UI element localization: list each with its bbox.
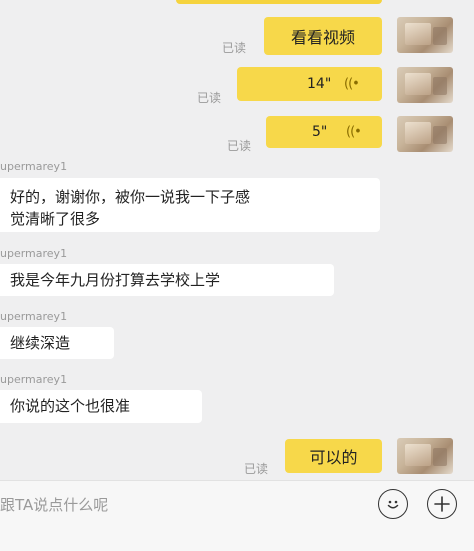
- message-bubble-sent[interactable]: 看看视频: [264, 17, 382, 55]
- voice-message[interactable]: 14" ((•: [237, 67, 382, 101]
- message-input[interactable]: 跟TA说点什么呢: [0, 494, 108, 515]
- smiley-icon: [387, 500, 399, 509]
- message-text: 看看视频: [290, 28, 355, 47]
- input-bar: 跟TA说点什么呢: [0, 480, 474, 526]
- sender-username: upermarey1: [0, 373, 68, 386]
- avatar[interactable]: [397, 67, 453, 103]
- read-receipt: 已读: [244, 462, 269, 476]
- voice-wave-icon: ((•: [344, 76, 360, 92]
- sender-username: upermarey1: [0, 247, 68, 260]
- emoji-button[interactable]: [378, 489, 408, 519]
- message-text-line: 好的，谢谢你，被你一说我一下子感: [10, 188, 251, 206]
- previous-bubble-edge: [176, 0, 382, 4]
- plus-icon: [434, 496, 450, 512]
- read-receipt: 已读: [227, 139, 252, 153]
- message-bubble-sent[interactable]: 可以的: [285, 439, 382, 473]
- read-receipt: 已读: [197, 91, 222, 105]
- avatar[interactable]: [397, 438, 453, 474]
- message-text-line: 觉清晰了很多: [10, 210, 101, 228]
- sender-username: upermarey1: [0, 310, 68, 323]
- add-button[interactable]: [427, 489, 457, 519]
- message-text: 你说的这个也很准: [10, 397, 131, 415]
- message-bubble-received[interactable]: 你说的这个也很准: [0, 390, 202, 423]
- sender-username: upermarey1: [0, 160, 68, 173]
- bottom-strip: [0, 526, 474, 551]
- voice-wave-icon: ((•: [346, 124, 362, 140]
- avatar[interactable]: [397, 116, 453, 152]
- message-text: 可以的: [309, 448, 358, 467]
- voice-message[interactable]: 5" ((•: [266, 116, 382, 148]
- avatar[interactable]: [397, 17, 453, 53]
- message-bubble-received[interactable]: 继续深造: [0, 327, 114, 359]
- message-text: 我是今年九月份打算去学校上学: [10, 271, 221, 289]
- message-text: 继续深造: [10, 334, 71, 352]
- voice-duration: 5": [312, 124, 328, 140]
- read-receipt: 已读: [222, 41, 247, 55]
- message-bubble-received[interactable]: 好的，谢谢你，被你一说我一下子感 觉清晰了很多: [0, 178, 380, 232]
- voice-duration: 14": [307, 76, 332, 92]
- chat-area[interactable]: 已读 看看视频 已读 14" ((• 已读 5" ((• upermarey1 …: [0, 0, 474, 480]
- message-bubble-received[interactable]: 我是今年九月份打算去学校上学: [0, 264, 334, 296]
